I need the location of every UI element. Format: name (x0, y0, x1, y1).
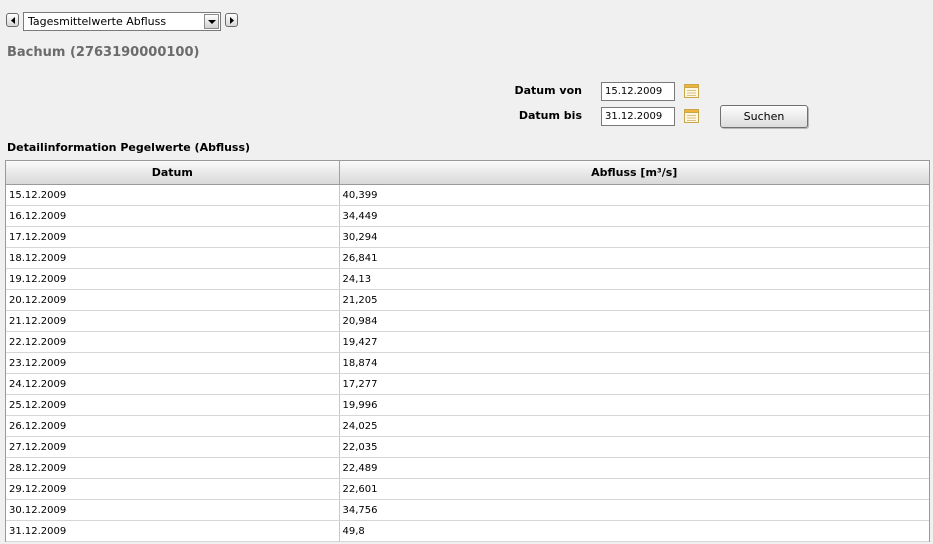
date-cell: 18.12.2009 (6, 247, 340, 269)
discharge-cell: 20,984 (339, 310, 929, 332)
date-cell: 15.12.2009 (6, 184, 340, 206)
discharge-cell: 21,205 (339, 289, 929, 311)
date-cell: 21.12.2009 (6, 310, 340, 332)
date-cell: 19.12.2009 (6, 268, 340, 290)
next-button[interactable] (225, 13, 238, 27)
column-header-discharge[interactable]: Abfluss [m³/s] (339, 161, 929, 185)
arrow-right-icon (230, 17, 234, 24)
table-row: 19.12.2009 24,13 (6, 268, 929, 290)
table-row: 27.12.2009 22,035 (6, 436, 929, 458)
date-cell: 20.12.2009 (6, 289, 340, 311)
discharge-cell: 30,294 (339, 226, 929, 248)
view-select[interactable]: Tagesmittelwerte Abfluss (23, 12, 221, 31)
date-cell: 28.12.2009 (6, 457, 340, 479)
table-row: 23.12.2009 18,874 (6, 352, 929, 374)
table-row: 16.12.2009 34,449 (6, 205, 929, 227)
discharge-cell: 22,601 (339, 478, 929, 500)
table-row: 29.12.2009 22,601 (6, 478, 929, 500)
date-cell: 26.12.2009 (6, 415, 340, 437)
discharge-cell: 22,489 (339, 457, 929, 479)
calendar-icon[interactable] (683, 82, 700, 99)
discharge-cell: 17,277 (339, 373, 929, 395)
chevron-down-icon (208, 20, 216, 24)
station-title: Bachum (2763190000100) (7, 45, 200, 60)
table-row: 18.12.2009 26,841 (6, 247, 929, 269)
table-row: 21.12.2009 20,984 (6, 310, 929, 332)
discharge-cell: 19,996 (339, 394, 929, 416)
discharge-cell: 24,025 (339, 415, 929, 437)
table-row: 22.12.2009 19,427 (6, 331, 929, 353)
discharge-cell: 40,399 (339, 184, 929, 206)
table-row: 17.12.2009 30,294 (6, 226, 929, 248)
discharge-cell: 49,8 (339, 520, 929, 542)
date-cell: 31.12.2009 (6, 520, 340, 542)
date-cell: 22.12.2009 (6, 331, 340, 353)
table-row: 26.12.2009 24,025 (6, 415, 929, 437)
table-row: 24.12.2009 17,277 (6, 373, 929, 395)
table-row: 30.12.2009 34,756 (6, 499, 929, 521)
calendar-icon[interactable] (683, 107, 700, 124)
discharge-cell: 26,841 (339, 247, 929, 269)
date-from-field[interactable] (601, 82, 675, 101)
discharge-cell: 34,449 (339, 205, 929, 227)
table-row: 25.12.2009 19,996 (6, 394, 929, 416)
date-cell: 23.12.2009 (6, 352, 340, 374)
date-cell: 16.12.2009 (6, 205, 340, 227)
discharge-cell: 18,874 (339, 352, 929, 374)
search-button[interactable]: Suchen (720, 105, 808, 128)
discharge-cell: 19,427 (339, 331, 929, 353)
date-cell: 27.12.2009 (6, 436, 340, 458)
discharge-cell: 24,13 (339, 268, 929, 290)
data-table: Datum Abfluss [m³/s] 15.12.2009 40,399 16.… (5, 160, 930, 542)
view-select-value: Tagesmittelwerte Abfluss (28, 15, 167, 28)
dropdown-button[interactable] (204, 14, 219, 29)
table-row: 28.12.2009 22,489 (6, 457, 929, 479)
section-title: Detailinformation Pegelwerte (Abfluss) (7, 141, 251, 154)
discharge-cell: 22,035 (339, 436, 929, 458)
column-header-date[interactable]: Datum (6, 161, 340, 185)
table-row: 20.12.2009 21,205 (6, 289, 929, 311)
date-cell: 17.12.2009 (6, 226, 340, 248)
table-body: 15.12.2009 40,399 16.12.2009 34,449 17.12.20… (6, 184, 929, 542)
table-row: 31.12.2009 49,8 (6, 520, 929, 542)
table-row: 15.12.2009 40,399 (6, 184, 929, 206)
date-cell: 25.12.2009 (6, 394, 340, 416)
date-cell: 29.12.2009 (6, 478, 340, 500)
date-to-label: Datum bis (518, 109, 582, 122)
table-header-row: Datum Abfluss [m³/s] (6, 161, 929, 185)
date-cell: 24.12.2009 (6, 373, 340, 395)
discharge-cell: 34,756 (339, 499, 929, 521)
arrow-left-icon (11, 17, 15, 24)
previous-button[interactable] (6, 13, 19, 27)
date-cell: 30.12.2009 (6, 499, 340, 521)
date-from-label: Datum von (514, 84, 583, 97)
date-to-field[interactable] (601, 107, 675, 126)
